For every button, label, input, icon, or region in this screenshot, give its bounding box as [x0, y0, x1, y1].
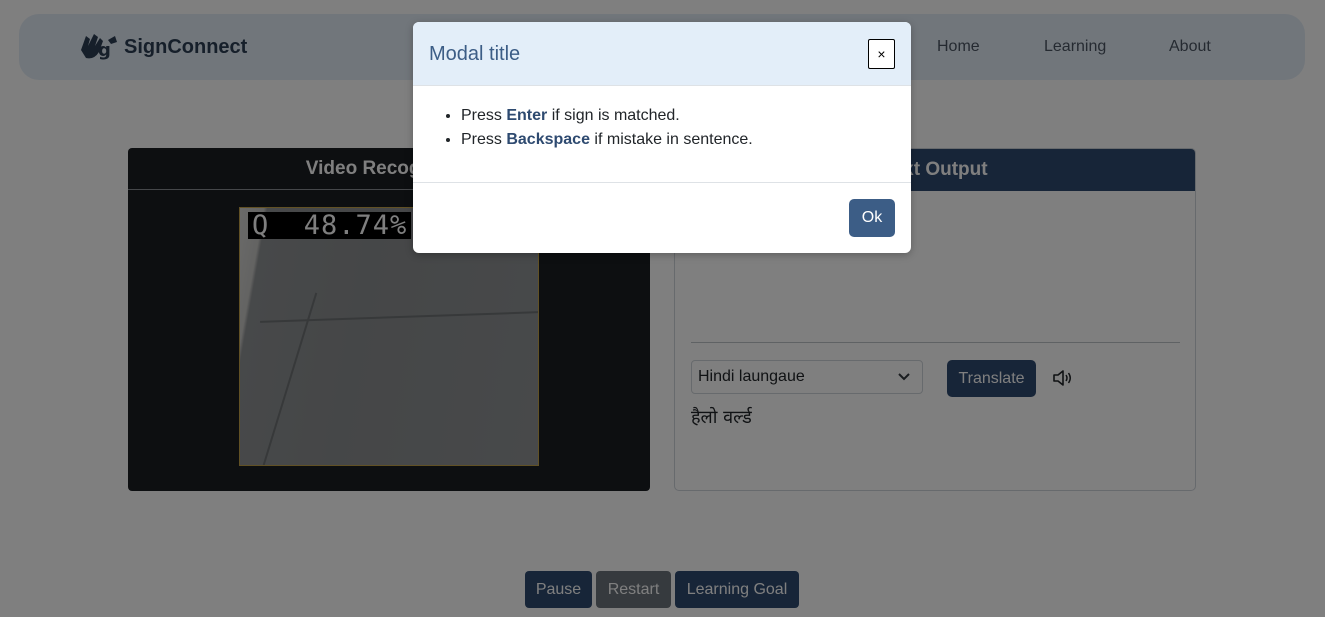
modal-header: Modal title ×: [413, 22, 911, 86]
instruction-text: if sign is matched.: [547, 107, 680, 124]
close-icon: ×: [877, 46, 886, 62]
instruction-text: if mistake in sentence.: [589, 131, 753, 148]
modal-body: Press Enter if sign is matched. Press Ba…: [413, 86, 911, 183]
key-name: Enter: [506, 107, 548, 124]
close-button[interactable]: ×: [868, 39, 895, 69]
instruction-item: Press Backspace if mistake in sentence.: [461, 128, 753, 152]
ok-button[interactable]: Ok: [849, 199, 895, 237]
modal-title: Modal title: [429, 43, 521, 65]
instruction-text: Press: [461, 107, 507, 124]
instruction-item: Press Enter if sign is matched.: [461, 104, 753, 128]
key-name: Backspace: [506, 131, 590, 148]
instruction-text: Press: [461, 131, 507, 148]
instruction-list: Press Enter if sign is matched. Press Ba…: [461, 104, 753, 152]
instructions-modal: Modal title × Press Enter if sign is mat…: [413, 22, 911, 253]
